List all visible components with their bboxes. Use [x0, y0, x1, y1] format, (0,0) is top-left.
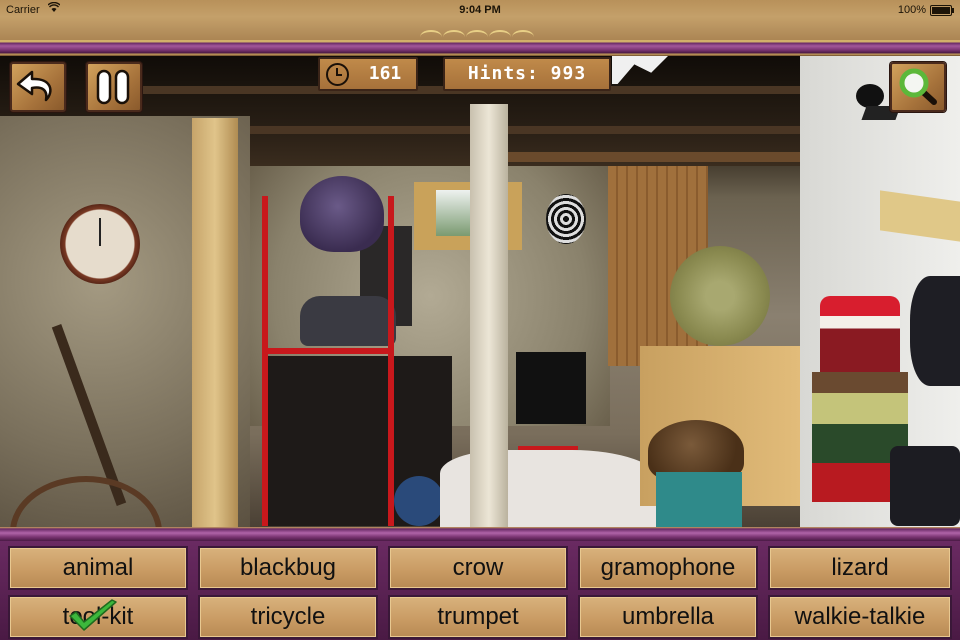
spiral-target[interactable]: [546, 194, 586, 244]
word-item[interactable]: walkie-talkie: [768, 595, 952, 639]
electric-fan[interactable]: [670, 246, 770, 346]
ceiling-beam: [500, 152, 800, 162]
found-checkmark-icon: [69, 599, 117, 631]
wall-clock[interactable]: [60, 204, 140, 284]
teal-bin[interactable]: [656, 472, 742, 528]
frame-bottom-border: [0, 527, 960, 541]
wooden-post-left: [192, 118, 238, 528]
word-item[interactable]: animal: [8, 546, 188, 590]
teddy-bear[interactable]: [394, 476, 444, 526]
word-item[interactable]: trumpet: [388, 595, 568, 639]
tricycle[interactable]: [518, 402, 578, 450]
frame-top-border: [0, 40, 960, 56]
support-post-center: [470, 104, 508, 528]
hidden-object-scene[interactable]: [0, 56, 960, 528]
back-button[interactable]: [10, 62, 66, 112]
pause-icon: [96, 69, 130, 105]
status-bar: Carrier 9:04 PM 100%: [0, 0, 960, 20]
word-item[interactable]: gramophone: [578, 546, 758, 590]
black-cap[interactable]: [910, 276, 960, 386]
desk-phone[interactable]: [890, 446, 960, 526]
word-item[interactable]: crow: [388, 546, 568, 590]
battery-icon: [930, 5, 954, 16]
timer-panel: 161: [318, 57, 418, 91]
timer-value: 161: [368, 63, 402, 84]
clock-time: 9:04 PM: [459, 4, 501, 16]
hint-button[interactable]: [890, 62, 946, 112]
hints-counter: Hints: 993: [443, 57, 611, 91]
pause-button[interactable]: [86, 62, 142, 112]
magnifier-icon: [899, 68, 937, 105]
clock-icon: [326, 63, 349, 86]
word-item[interactable]: tricycle: [198, 595, 378, 639]
word-item[interactable]: lizard: [768, 546, 952, 590]
word-item[interactable]: umbrella: [578, 595, 758, 639]
word-item[interactable]: blackbug: [198, 546, 378, 590]
purple-hat[interactable]: [300, 176, 384, 252]
word-list-panel: animal blackbug crow gramophone lizard t…: [0, 541, 960, 640]
battery-percent: 100%: [897, 4, 926, 16]
undo-arrow-icon: [16, 70, 52, 102]
hand-truck-bar: [262, 348, 392, 354]
